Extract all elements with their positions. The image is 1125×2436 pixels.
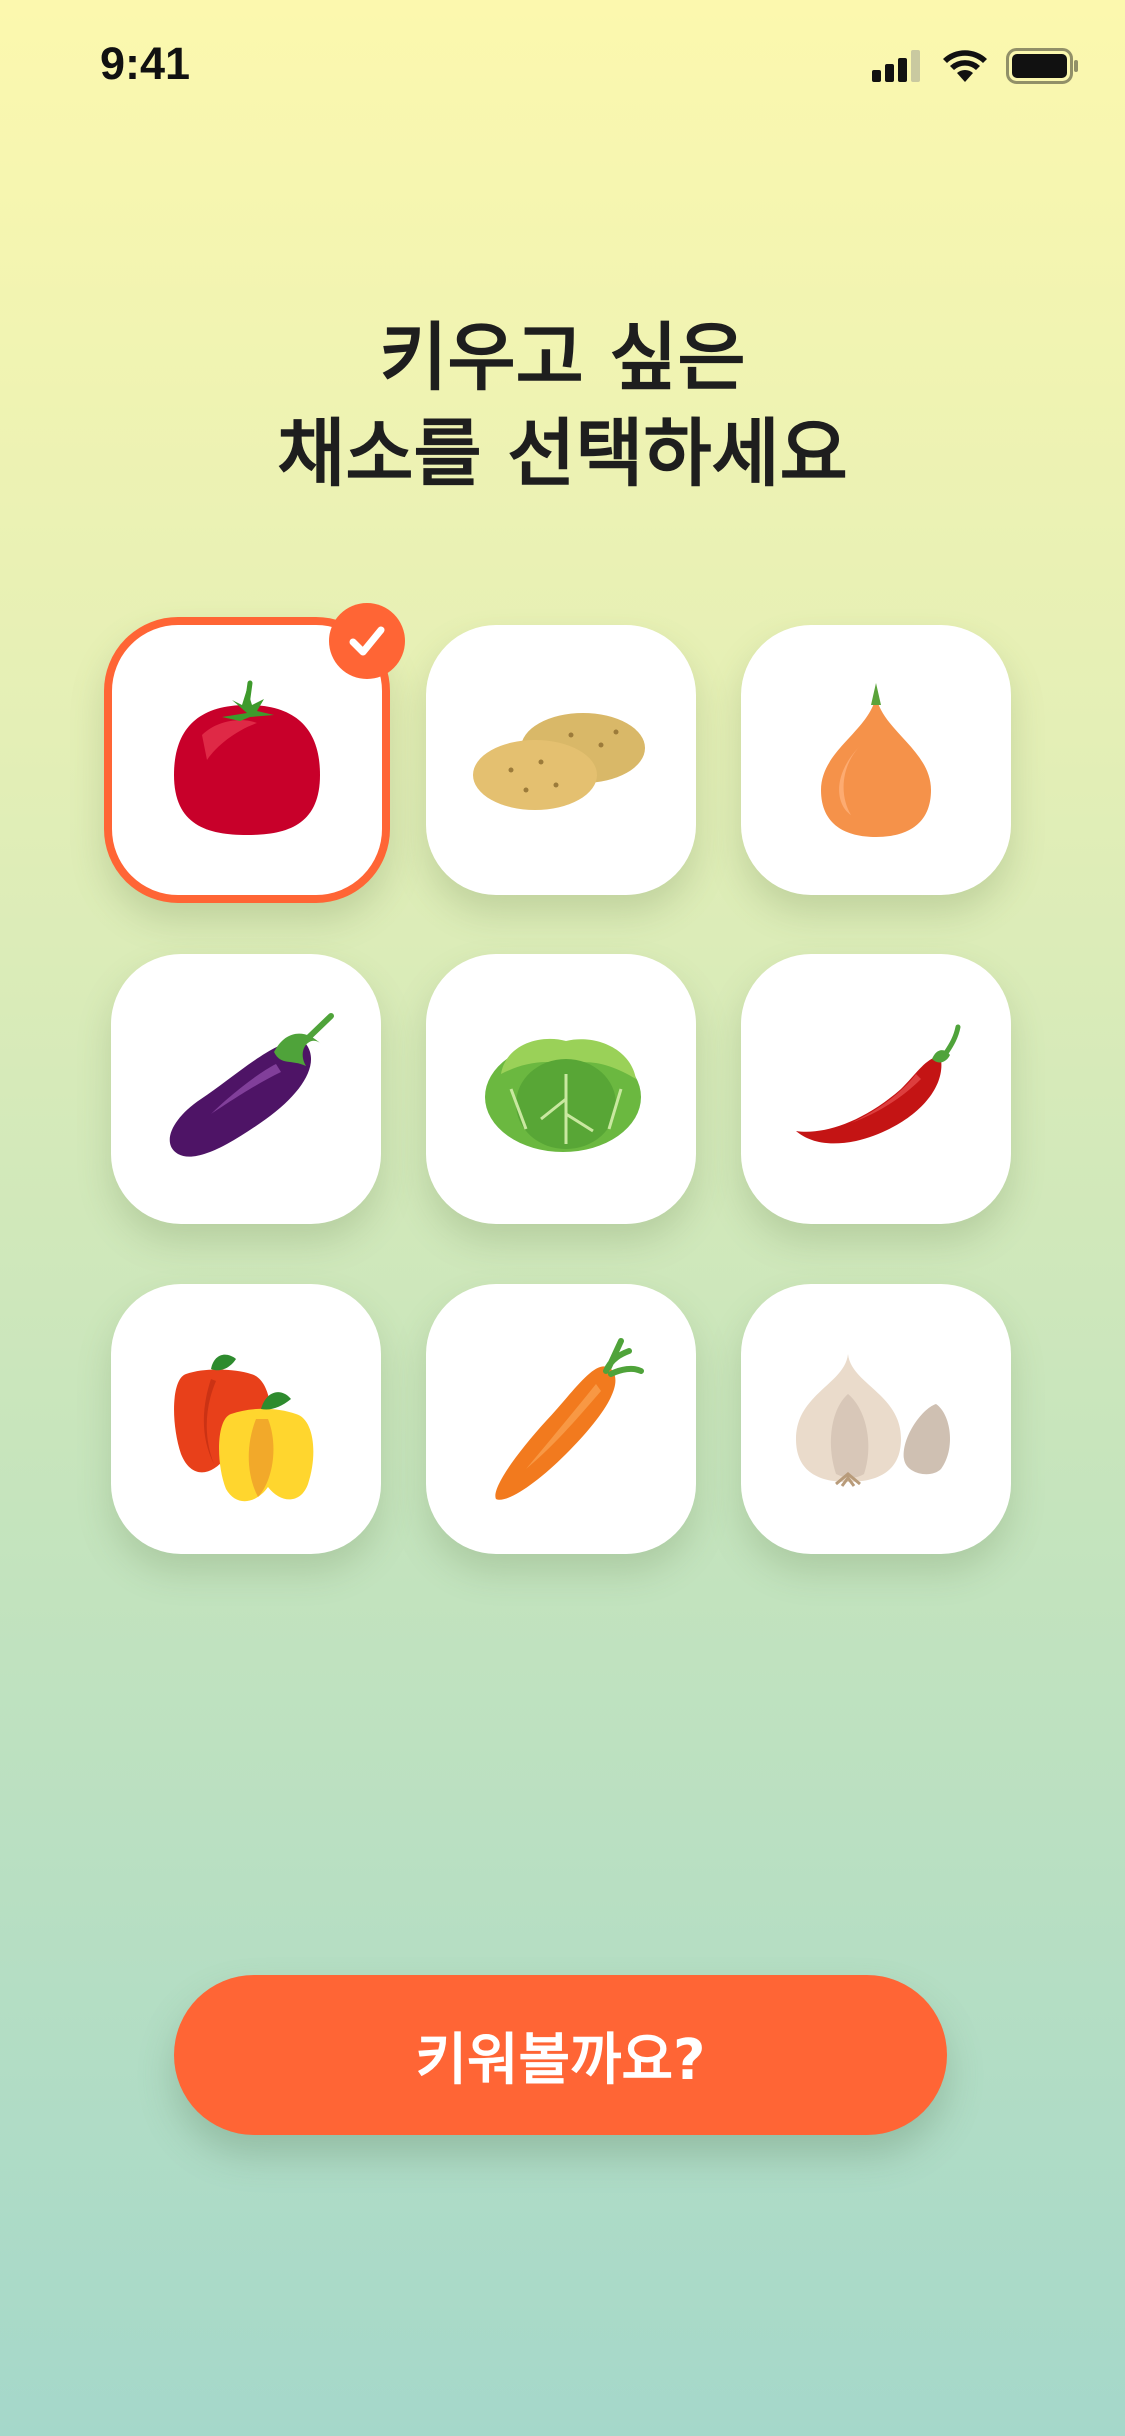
garlic-icon xyxy=(796,1354,951,1487)
vegetable-option-potato[interactable] xyxy=(426,625,696,895)
eggplant-icon xyxy=(169,1013,334,1157)
tomato-icon xyxy=(174,680,320,835)
vegetable-option-carrot[interactable] xyxy=(426,1284,696,1554)
vegetable-grid xyxy=(0,0,1125,1600)
vegetable-option-onion[interactable] xyxy=(741,625,1011,895)
vegetable-option-eggplant[interactable] xyxy=(111,954,381,1224)
chili-pepper-icon xyxy=(796,1024,961,1144)
cabbage-icon xyxy=(485,1038,641,1152)
carrot-icon xyxy=(495,1338,644,1500)
vegetable-option-cabbage[interactable] xyxy=(426,954,696,1224)
onion-icon xyxy=(821,683,931,837)
vegetable-option-chili-pepper[interactable] xyxy=(741,954,1011,1224)
selected-check-badge xyxy=(329,603,405,679)
checkmark-icon xyxy=(349,626,385,656)
bell-pepper-icon xyxy=(174,1354,314,1502)
vegetable-option-garlic[interactable] xyxy=(741,1284,1011,1554)
potato-icon xyxy=(473,713,645,810)
vegetable-option-bell-pepper[interactable] xyxy=(111,1284,381,1554)
grow-button[interactable]: 키워볼까요? xyxy=(174,1975,947,2135)
